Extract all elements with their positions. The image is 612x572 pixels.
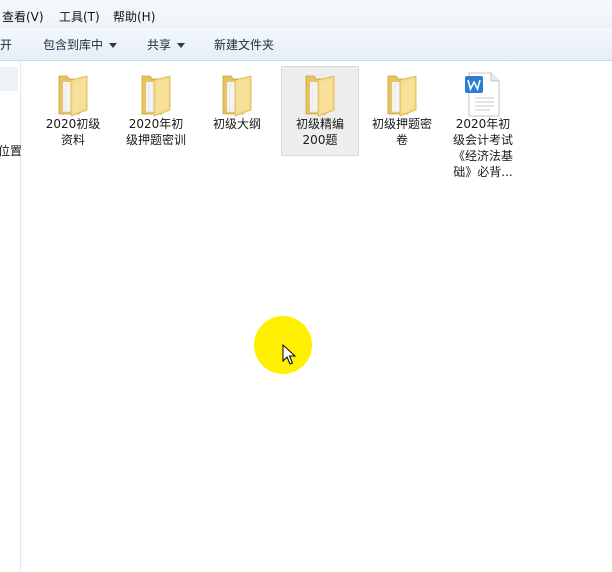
folder-icon (222, 75, 252, 117)
dropdown-caret-icon (109, 43, 118, 48)
file-label-line: 级押题密训 (125, 133, 186, 147)
include-in-library-label: 包含到库中 (43, 38, 104, 52)
share-button[interactable]: 共享 (147, 36, 186, 53)
file-label-line: 初级押题密 (371, 117, 432, 131)
folder-item-2020-secret-training[interactable]: 2020年初 级押题密训 (117, 66, 195, 156)
menu-bar: 查看(V) 工具(T) 帮助(H) (0, 0, 612, 29)
mouse-pointer-icon (282, 344, 296, 365)
new-folder-button[interactable]: 新建文件夹 (214, 36, 274, 53)
file-label: 2020初级 资料 (35, 116, 111, 148)
word-document-icon (465, 72, 500, 117)
folder-item-secret-papers[interactable]: 初级押题密 卷 (363, 66, 441, 156)
menu-tools[interactable]: 工具(T) (59, 8, 100, 25)
navigation-pane[interactable]: 位置 (0, 61, 22, 572)
file-label-line: 础》必背... (453, 165, 513, 179)
menu-view[interactable]: 查看(V) (2, 8, 44, 25)
file-label-line: 2020年初 (128, 117, 184, 131)
open-button[interactable]: 开 (0, 36, 12, 53)
folder-icon (305, 75, 335, 117)
file-label-line: 2020初级 (45, 117, 101, 131)
file-label-line: 《经济法基 (452, 149, 513, 163)
file-label: 初级精编 200题 (282, 116, 358, 148)
file-label-line: 资料 (60, 133, 85, 147)
dropdown-caret-icon (177, 43, 186, 48)
include-in-library-button[interactable]: 包含到库中 (43, 36, 118, 53)
menu-help[interactable]: 帮助(H) (113, 8, 155, 25)
file-label: 初级大纲 (199, 116, 275, 132)
word-document-item[interactable]: 2020年初 级会计考试 《经济法基 础》必背... (444, 66, 522, 192)
folder-icon (387, 75, 417, 117)
file-label-line: 200题 (302, 133, 338, 147)
folder-icon (141, 75, 171, 117)
share-label: 共享 (147, 38, 172, 52)
file-label-line: 级会计考试 (452, 133, 513, 147)
file-list-view[interactable]: 2020初级 资料 2020年初 级押题密训 初级大纲 初级精编 200题 初级… (21, 61, 612, 572)
file-label: 2020年初 级会计考试 《经济法基 础》必背... (445, 116, 521, 180)
folder-item-200-questions[interactable]: 初级精编 200题 (281, 66, 359, 156)
file-label: 初级押题密 卷 (364, 116, 440, 148)
command-bar: 开 包含到库中 共享 新建文件夹 (0, 28, 612, 61)
folder-item-2020-basic-materials[interactable]: 2020初级 资料 (34, 66, 112, 156)
file-label: 2020年初 级押题密训 (118, 116, 194, 148)
file-label-line: 初级精编 (295, 117, 344, 131)
file-label-line: 卷 (395, 133, 408, 147)
navigation-pane-header (0, 67, 18, 91)
folder-item-syllabus[interactable]: 初级大纲 (198, 66, 276, 156)
file-label-line: 初级大纲 (212, 117, 261, 131)
navigation-item-partial[interactable]: 位置 (0, 142, 22, 159)
file-label-line: 2020年初 (455, 117, 511, 131)
folder-icon (58, 75, 88, 117)
